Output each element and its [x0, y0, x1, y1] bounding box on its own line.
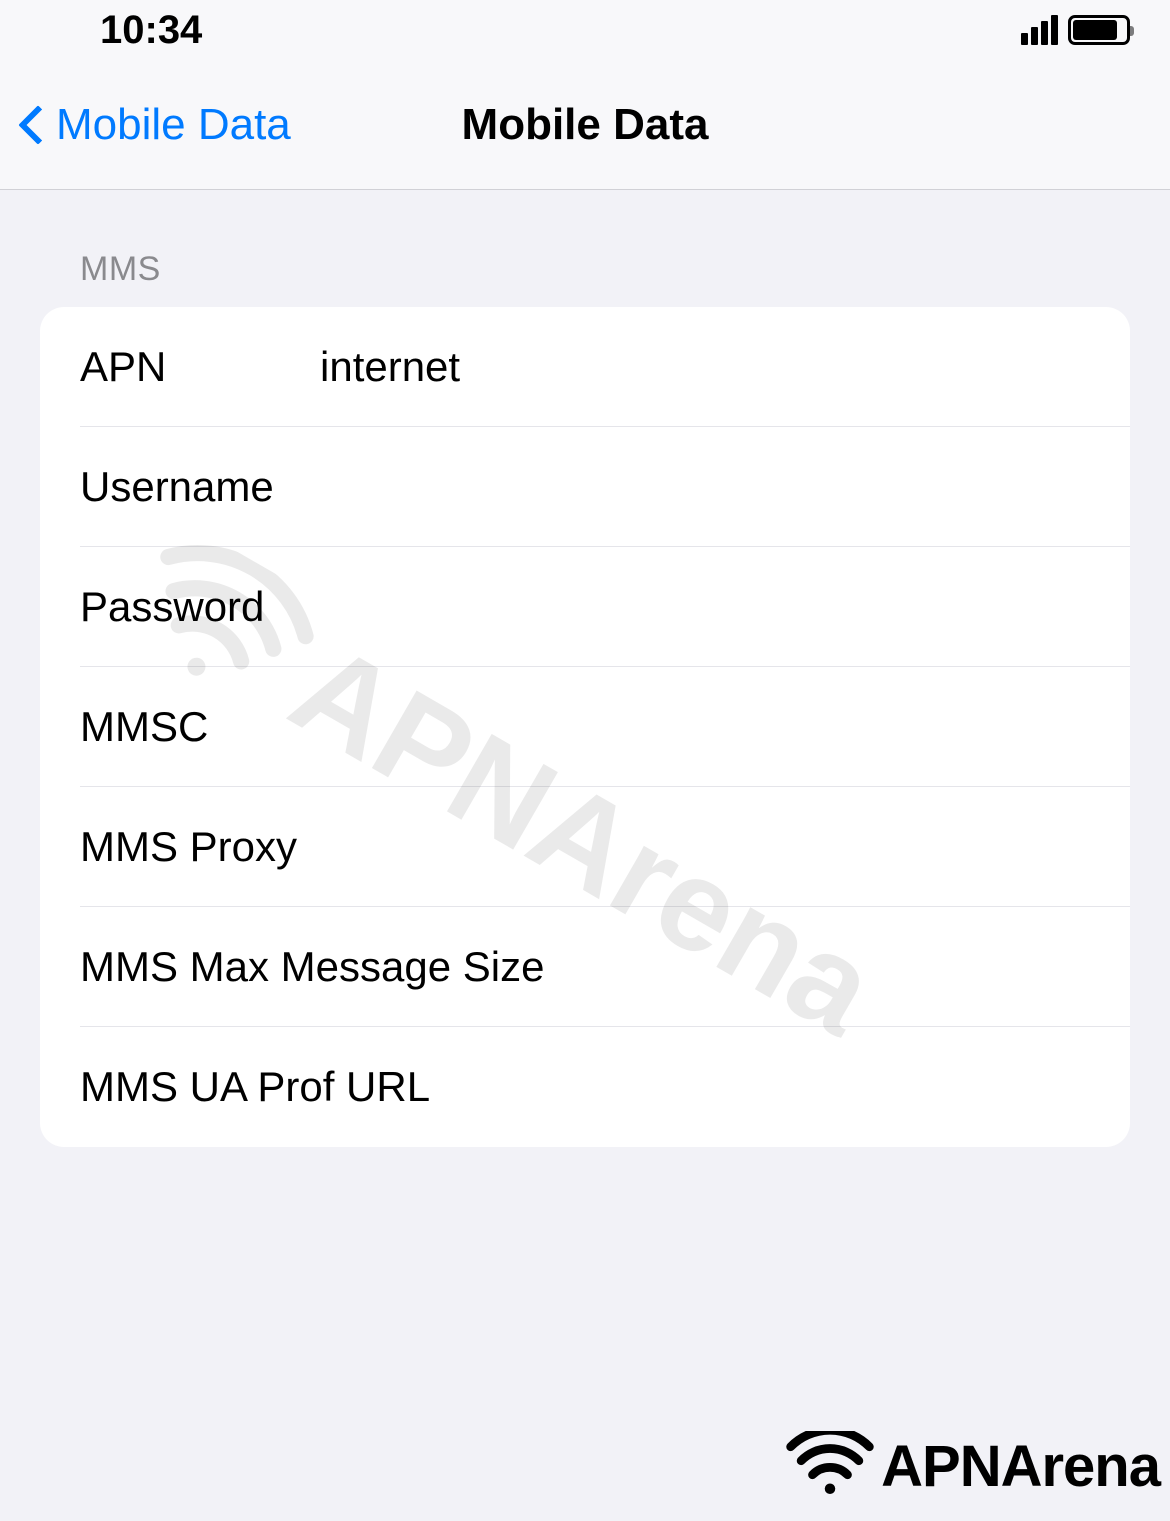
settings-group-mms: APN Username Password MMSC MMS Proxy MMS… [40, 307, 1130, 1147]
row-label-mms-max-size: MMS Max Message Size [80, 943, 544, 991]
row-label-mmsc: MMSC [80, 703, 320, 751]
chevron-left-icon [20, 105, 44, 145]
mmsc-input[interactable] [320, 693, 1130, 761]
row-mms-ua-prof[interactable]: MMS UA Prof URL [40, 1027, 1130, 1147]
apn-input[interactable] [320, 333, 1130, 401]
password-input[interactable] [320, 573, 1130, 641]
status-bar: 10:34 [0, 0, 1170, 60]
row-password[interactable]: Password [40, 547, 1130, 667]
row-mmsc[interactable]: MMSC [40, 667, 1130, 787]
mms-max-size-input[interactable] [544, 933, 1130, 1001]
row-label-apn: APN [80, 343, 320, 391]
footer-logo: APNArena [785, 1431, 1160, 1501]
wifi-icon [785, 1431, 875, 1501]
row-username[interactable]: Username [40, 427, 1130, 547]
content: MMS APN Username Password MMSC MMS Proxy… [0, 190, 1170, 1147]
row-label-mms-ua-prof: MMS UA Prof URL [80, 1063, 430, 1111]
navigation-bar: Mobile Data Mobile Data [0, 60, 1170, 190]
row-label-mms-proxy: MMS Proxy [80, 823, 297, 871]
cellular-signal-icon [1021, 15, 1058, 45]
username-input[interactable] [320, 453, 1130, 521]
mms-proxy-input[interactable] [297, 813, 1130, 881]
mms-ua-prof-input[interactable] [430, 1053, 1130, 1121]
row-label-username: Username [80, 463, 320, 511]
row-apn[interactable]: APN [40, 307, 1130, 427]
page-title: Mobile Data [462, 100, 709, 150]
row-mms-max-size[interactable]: MMS Max Message Size [40, 907, 1130, 1027]
status-time: 10:34 [100, 8, 202, 53]
footer-text: APNArena [881, 1433, 1160, 1500]
row-mms-proxy[interactable]: MMS Proxy [40, 787, 1130, 907]
battery-icon [1068, 15, 1130, 45]
back-button[interactable]: Mobile Data [0, 100, 291, 150]
section-header-mms: MMS [40, 190, 1130, 307]
back-label: Mobile Data [56, 100, 291, 150]
status-indicators [1021, 15, 1130, 45]
row-label-password: Password [80, 583, 320, 631]
